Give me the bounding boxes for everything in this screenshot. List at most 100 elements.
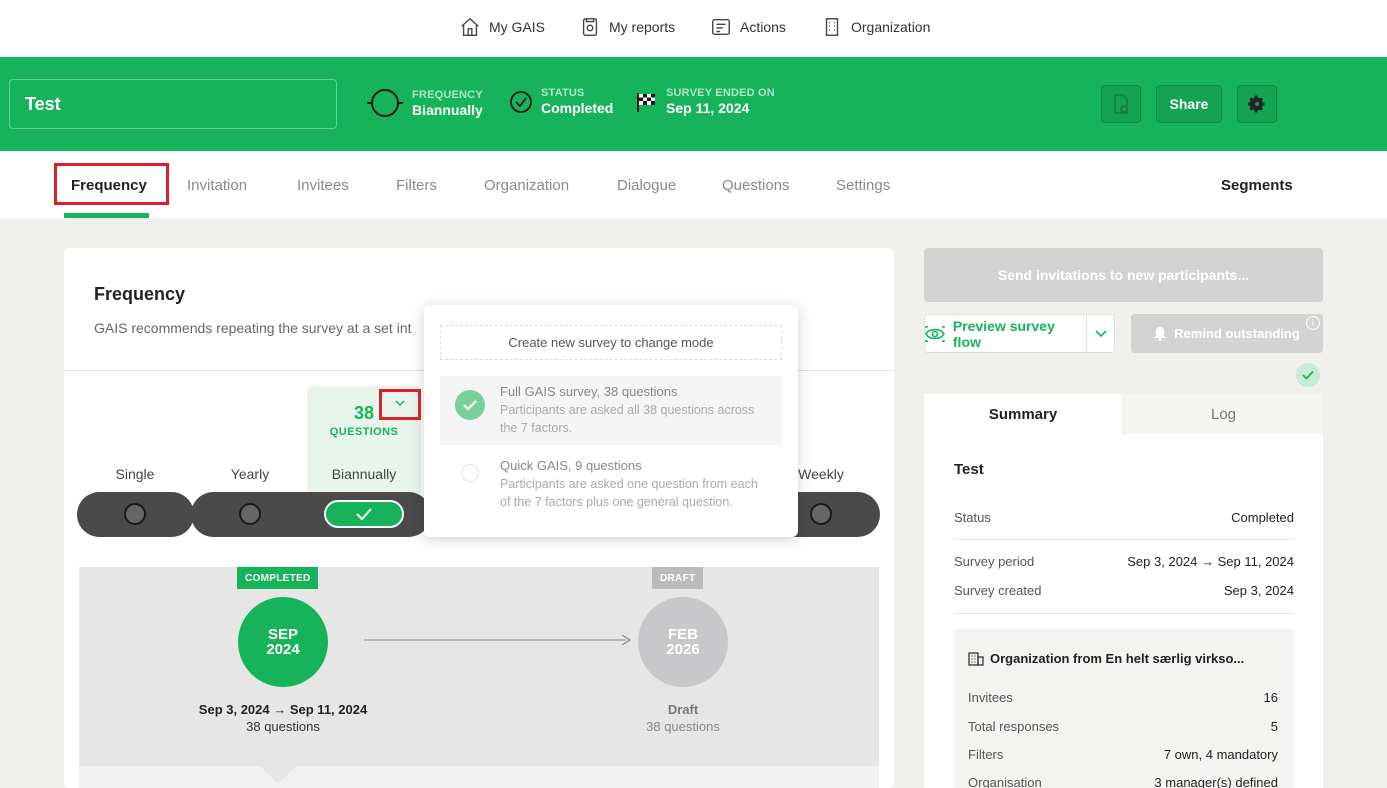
actions-icon	[712, 18, 730, 36]
summary-row-period: Survey period Sep 3, 2024 → Sep 11, 2024	[954, 554, 1294, 569]
settings-button[interactable]	[1237, 85, 1277, 123]
summary-panel: Test Status Completed Survey period Sep …	[924, 434, 1323, 788]
round-period: Sep 3, 2024 → Sep 11, 2024	[198, 702, 368, 717]
row-label: Survey created	[954, 583, 1042, 598]
round-month: SEP	[267, 626, 298, 643]
tab-questions[interactable]: Questions	[722, 177, 790, 194]
option-biannually: Biannually	[331, 466, 397, 482]
radio-icon	[461, 464, 479, 482]
mode-option-quick[interactable]: Quick GAIS, 9 questions Participants are…	[440, 450, 782, 519]
row-value: Completed	[1231, 510, 1294, 525]
org-row-organisation: Organisation 3 manager(s) defined	[968, 775, 1278, 788]
draft-status: Draft	[667, 702, 699, 717]
tab-summary[interactable]: Summary	[924, 394, 1122, 434]
frequency-label: FREQUENCY	[412, 88, 483, 101]
nav-organization[interactable]: Organization	[821, 14, 930, 40]
radio-yearly[interactable]	[239, 503, 261, 525]
nav-label: My reports	[609, 19, 676, 35]
question-count-label: QUESTIONS	[329, 426, 399, 438]
tab-organization[interactable]: Organization	[484, 177, 569, 194]
org-row-invitees: Invitees 16	[968, 690, 1278, 705]
export-button[interactable]	[1101, 85, 1141, 123]
document-icon	[1114, 94, 1128, 114]
active-tab-indicator	[64, 213, 149, 218]
tab-settings[interactable]: Settings	[836, 177, 890, 194]
summary-row-status: Status Completed	[954, 510, 1294, 525]
check-circle-icon	[510, 90, 532, 113]
ended-meta: SURVEY ENDED ON Sep 11, 2024	[634, 87, 775, 116]
finish-flag-icon	[637, 92, 655, 112]
building-icon	[825, 18, 839, 36]
row-value: Sep 3, 2024 → Sep 11, 2024	[1127, 554, 1294, 569]
preview-survey-button[interactable]: Preview survey flow	[924, 314, 1087, 353]
survey-round-circle[interactable]: SEP 2024	[238, 597, 328, 687]
home-icon	[461, 17, 479, 36]
radio-biannually-selected[interactable]	[324, 500, 404, 528]
organization-box: Organization from En helt særlig virkso.…	[954, 629, 1294, 788]
org-row-filters: Filters 7 own, 4 mandatory	[968, 747, 1278, 762]
survey-timeline: COMPLETED DRAFT SEP 2024 FEB 2026 Sep 3,…	[79, 567, 879, 767]
nav-label: Organization	[851, 19, 931, 35]
remind-outstanding-button[interactable]: Remind outstanding	[1131, 314, 1323, 353]
timeline-footer	[79, 766, 879, 788]
tab-filters[interactable]: Filters	[396, 177, 437, 194]
row-label: Filters	[968, 747, 1004, 762]
row-value: 5	[1270, 719, 1278, 734]
divider	[954, 539, 1294, 540]
checkmark-icon	[356, 508, 372, 521]
round-year: 2024	[266, 641, 300, 658]
draft-questions: 38 questions	[646, 719, 720, 734]
divider	[954, 613, 1294, 614]
status-value: Completed	[541, 100, 614, 116]
popup-hint: Create new survey to change mode	[440, 325, 782, 360]
row-label: Organisation	[968, 775, 1042, 788]
option-yearly: Yearly	[230, 466, 270, 482]
status-label: STATUS	[541, 87, 585, 99]
popup-connector	[316, 537, 424, 567]
completed-badge: COMPLETED	[237, 567, 319, 589]
tab-invitees[interactable]: Invitees	[297, 177, 349, 194]
mode-option-full[interactable]: Full GAIS survey, 38 questions Participa…	[440, 376, 782, 445]
survey-mode-popup: Create new survey to change mode Full GA…	[424, 305, 798, 537]
share-button[interactable]: Share	[1156, 85, 1222, 123]
nav-my-reports[interactable]: My reports	[579, 14, 675, 40]
highlight-frequency-tab	[54, 163, 169, 205]
nav-label: Actions	[740, 19, 786, 35]
round-questions: 38 questions	[246, 719, 320, 734]
survey-title-field[interactable]: Test	[9, 79, 337, 129]
check-icon	[1296, 363, 1320, 387]
tab-dialogue[interactable]: Dialogue	[617, 177, 676, 194]
preview-dropdown-button[interactable]	[1086, 314, 1115, 353]
option-description: Participants are asked one question from…	[500, 477, 758, 509]
option-title: Full GAIS survey, 38 questions	[500, 384, 678, 399]
remind-label: Remind outstanding	[1174, 326, 1300, 341]
status-meta: STATUS Completed	[509, 87, 613, 116]
draft-round-circle[interactable]: FEB 2026	[638, 597, 728, 687]
send-invitations-button[interactable]: Send invitations to new participants...	[924, 248, 1323, 302]
frequency-meta: FREQUENCY Biannually	[366, 87, 483, 119]
nav-actions[interactable]: Actions	[710, 14, 786, 40]
survey-header: Test FREQUENCY Biannually STATUS Complet…	[0, 57, 1387, 151]
option-title: Quick GAIS, 9 questions	[500, 458, 642, 473]
row-value: 16	[1263, 690, 1278, 705]
row-label: Status	[954, 510, 991, 525]
radio-weekly[interactable]	[810, 503, 832, 525]
eye-icon	[925, 325, 945, 342]
summary-row-created: Survey created Sep 3, 2024	[954, 583, 1294, 598]
tab-invitation[interactable]: Invitation	[187, 177, 247, 194]
bell-icon	[1154, 326, 1167, 341]
report-icon	[582, 18, 598, 36]
top-navigation: My GAIS My reports Actions Organization	[0, 0, 1387, 57]
arrow-right-icon	[364, 634, 632, 646]
nav-my-gais[interactable]: My GAIS	[459, 14, 545, 40]
row-label: Survey period	[954, 554, 1035, 569]
option-description: Participants are asked all 38 questions …	[500, 403, 755, 435]
round-year: 2026	[666, 641, 700, 658]
info-icon[interactable]: i	[1306, 316, 1320, 330]
chevron-down-icon	[1094, 329, 1107, 337]
tab-log[interactable]: Log	[1124, 394, 1323, 434]
tab-segments[interactable]: Segments	[1221, 177, 1293, 194]
highlight-chevron	[379, 389, 421, 420]
radio-single[interactable]	[124, 503, 146, 525]
option-single: Single	[115, 466, 155, 482]
